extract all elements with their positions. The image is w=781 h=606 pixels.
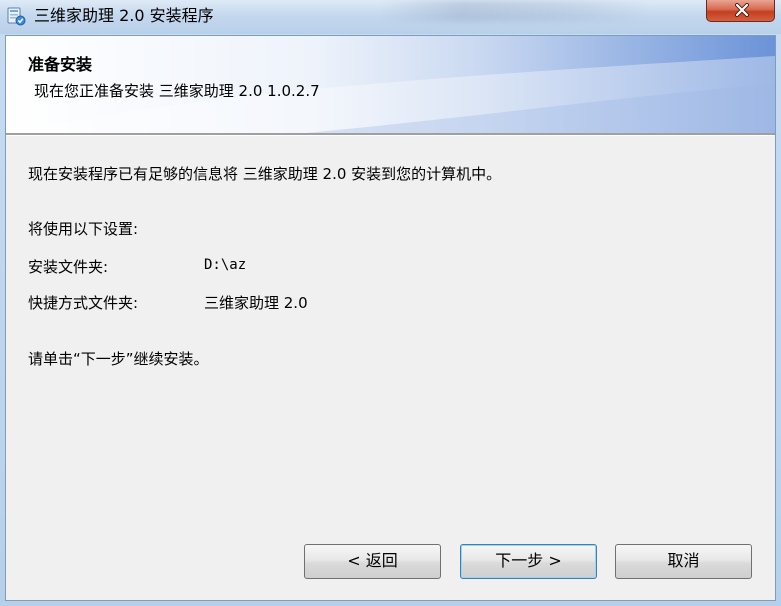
window-title: 三维家助理 2.0 安装程序 [34,6,214,25]
shortcut-folder-label: 快捷方式文件夹: [28,294,139,312]
close-button[interactable] [706,0,775,22]
shortcut-folder-value: 三维家助理 2.0 [204,294,308,312]
install-folder-value: D:\az [204,257,247,273]
background-blur [380,0,650,22]
dialog-client-area: 准备安装 现在您正准备安装 三维家助理 2.0 1.0.2.7 现在安装程序已有… [5,35,776,601]
installer-app-icon [7,7,26,26]
close-icon [735,3,749,17]
intro-text: 现在安装程序已有足够的信息将 三维家助理 2.0 安装到您的计算机中。 [28,165,502,183]
banner-divider [6,133,775,136]
title-bar[interactable]: 三维家助理 2.0 安装程序 [0,0,781,34]
install-folder-label: 安装文件夹: [28,258,109,276]
header-banner: 准备安装 现在您正准备安装 三维家助理 2.0 1.0.2.7 [6,36,775,133]
back-button[interactable]: < 返回 [304,544,441,579]
continue-hint: 请单击“下一步”继续安装。 [28,350,209,368]
settings-heading: 将使用以下设置: [28,220,139,238]
next-button[interactable]: 下一步 > [460,544,597,579]
installer-window: 三维家助理 2.0 安装程序 准备安装 现在您正准备安装 三维家助理 2.0 1… [0,0,781,606]
page-title: 准备安装 [28,55,93,74]
cancel-button[interactable]: 取消 [615,544,752,579]
page-subtitle: 现在您正准备安装 三维家助理 2.0 1.0.2.7 [34,82,320,100]
